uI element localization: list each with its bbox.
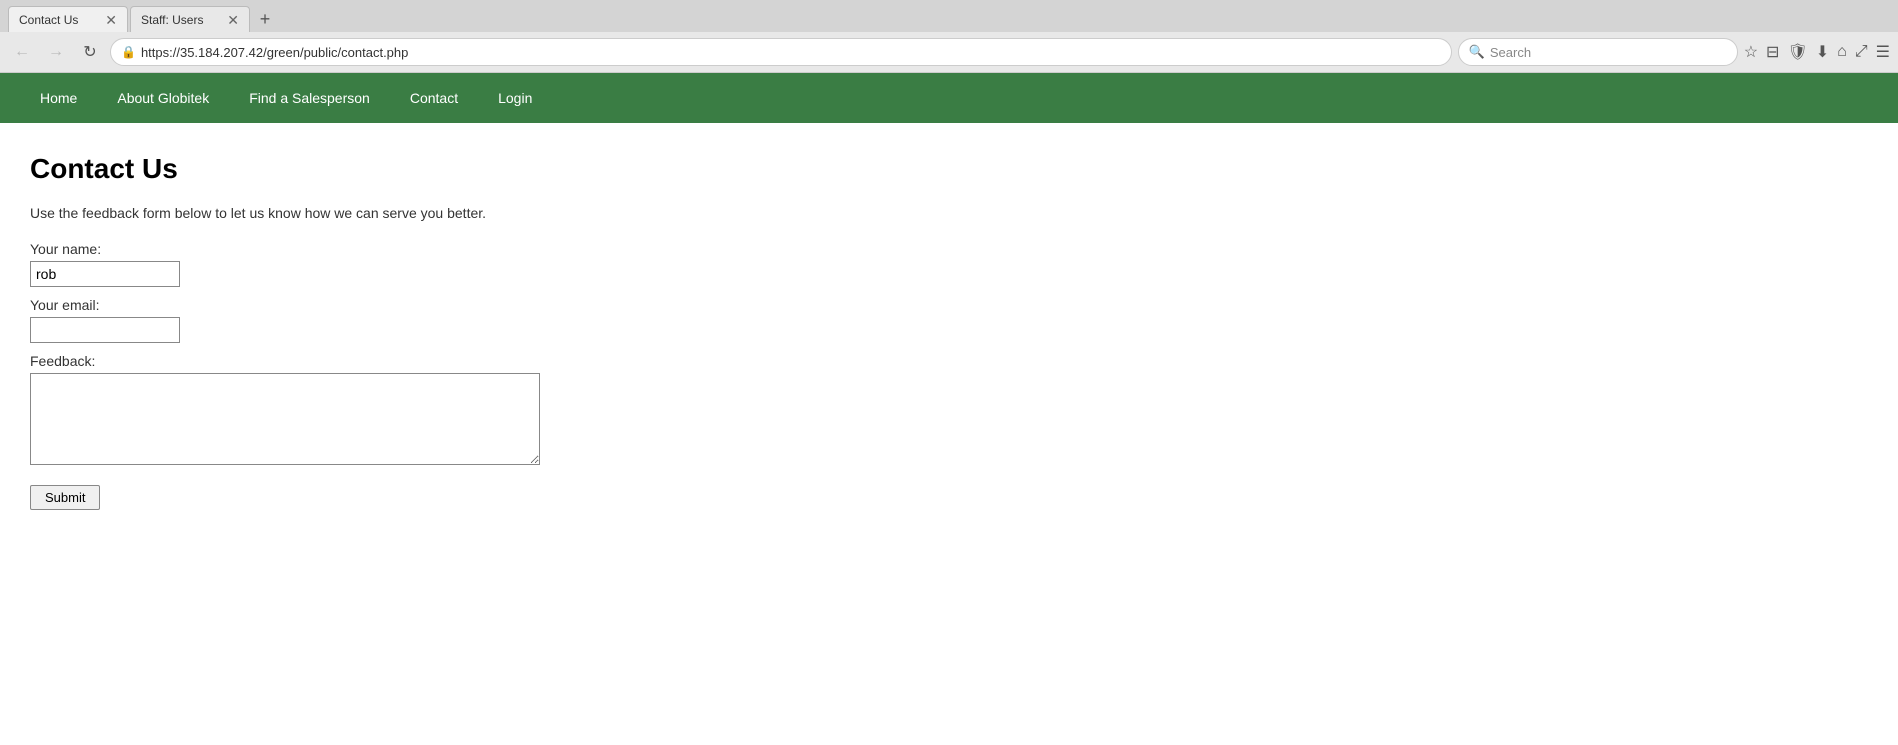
tab-contact-us[interactable]: Contact Us ✕ — [8, 6, 128, 32]
menu-icon[interactable]: ☰ — [1876, 42, 1890, 62]
email-group: Your email: — [30, 297, 1868, 343]
email-input[interactable] — [30, 317, 180, 343]
bookmark-icon[interactable]: ⊟ — [1766, 42, 1779, 62]
page-title: Contact Us — [30, 153, 1868, 185]
site-nav: Home About Globitek Find a Salesperson C… — [0, 73, 1898, 123]
address-bar: ← → ↻ 🔒 https://35.184.207.42/green/publ… — [0, 32, 1898, 72]
nav-item-about[interactable]: About Globitek — [97, 76, 229, 120]
nav-item-home[interactable]: Home — [20, 76, 97, 120]
url-bar[interactable]: 🔒 https://35.184.207.42/green/public/con… — [110, 38, 1452, 66]
submit-button[interactable]: Submit — [30, 485, 100, 510]
home-icon[interactable]: ⌂ — [1837, 43, 1847, 61]
page-description: Use the feedback form below to let us kn… — [30, 205, 1868, 221]
feedback-textarea[interactable] — [30, 373, 540, 465]
back-button[interactable]: ← — [8, 38, 36, 66]
feedback-label: Feedback: — [30, 353, 1868, 369]
download-icon[interactable]: ⬇ — [1816, 42, 1829, 62]
name-input[interactable] — [30, 261, 180, 287]
name-label: Your name: — [30, 241, 1868, 257]
forward-button[interactable]: → — [42, 38, 70, 66]
nav-item-contact[interactable]: Contact — [390, 76, 478, 120]
expand-icon[interactable]: ⤢ — [1855, 43, 1868, 61]
email-label: Your email: — [30, 297, 1868, 313]
refresh-button[interactable]: ↻ — [76, 38, 104, 66]
close-tab-contact[interactable]: ✕ — [105, 13, 117, 27]
contact-form: Your name: Your email: Feedback: Submit — [30, 241, 1868, 510]
close-tab-staff[interactable]: ✕ — [227, 13, 239, 27]
browser-chrome: Contact Us ✕ Staff: Users ✕ + ← → ↻ 🔒 ht… — [0, 0, 1898, 73]
search-placeholder: Search — [1490, 45, 1531, 60]
tab-bar: Contact Us ✕ Staff: Users ✕ + — [0, 0, 1898, 32]
shield-icon[interactable]: 🛡 — [1787, 42, 1807, 62]
toolbar-icons: ☆ ⊟ 🛡 ⬇ ⌂ ⤢ ☰ — [1744, 42, 1890, 62]
url-text: https://35.184.207.42/green/public/conta… — [141, 45, 1441, 60]
nav-item-salesperson[interactable]: Find a Salesperson — [229, 76, 390, 120]
main-content: Contact Us Use the feedback form below t… — [0, 123, 1898, 540]
search-bar[interactable]: 🔍 Search — [1458, 38, 1738, 66]
star-icon[interactable]: ☆ — [1744, 42, 1758, 62]
lock-icon: 🔒 — [121, 45, 136, 59]
search-icon: 🔍 — [1469, 44, 1485, 60]
tab-staff-users[interactable]: Staff: Users ✕ — [130, 6, 250, 32]
new-tab-button[interactable]: + — [252, 6, 278, 32]
name-group: Your name: — [30, 241, 1868, 287]
feedback-group: Feedback: — [30, 353, 1868, 465]
nav-item-login[interactable]: Login — [478, 76, 552, 120]
